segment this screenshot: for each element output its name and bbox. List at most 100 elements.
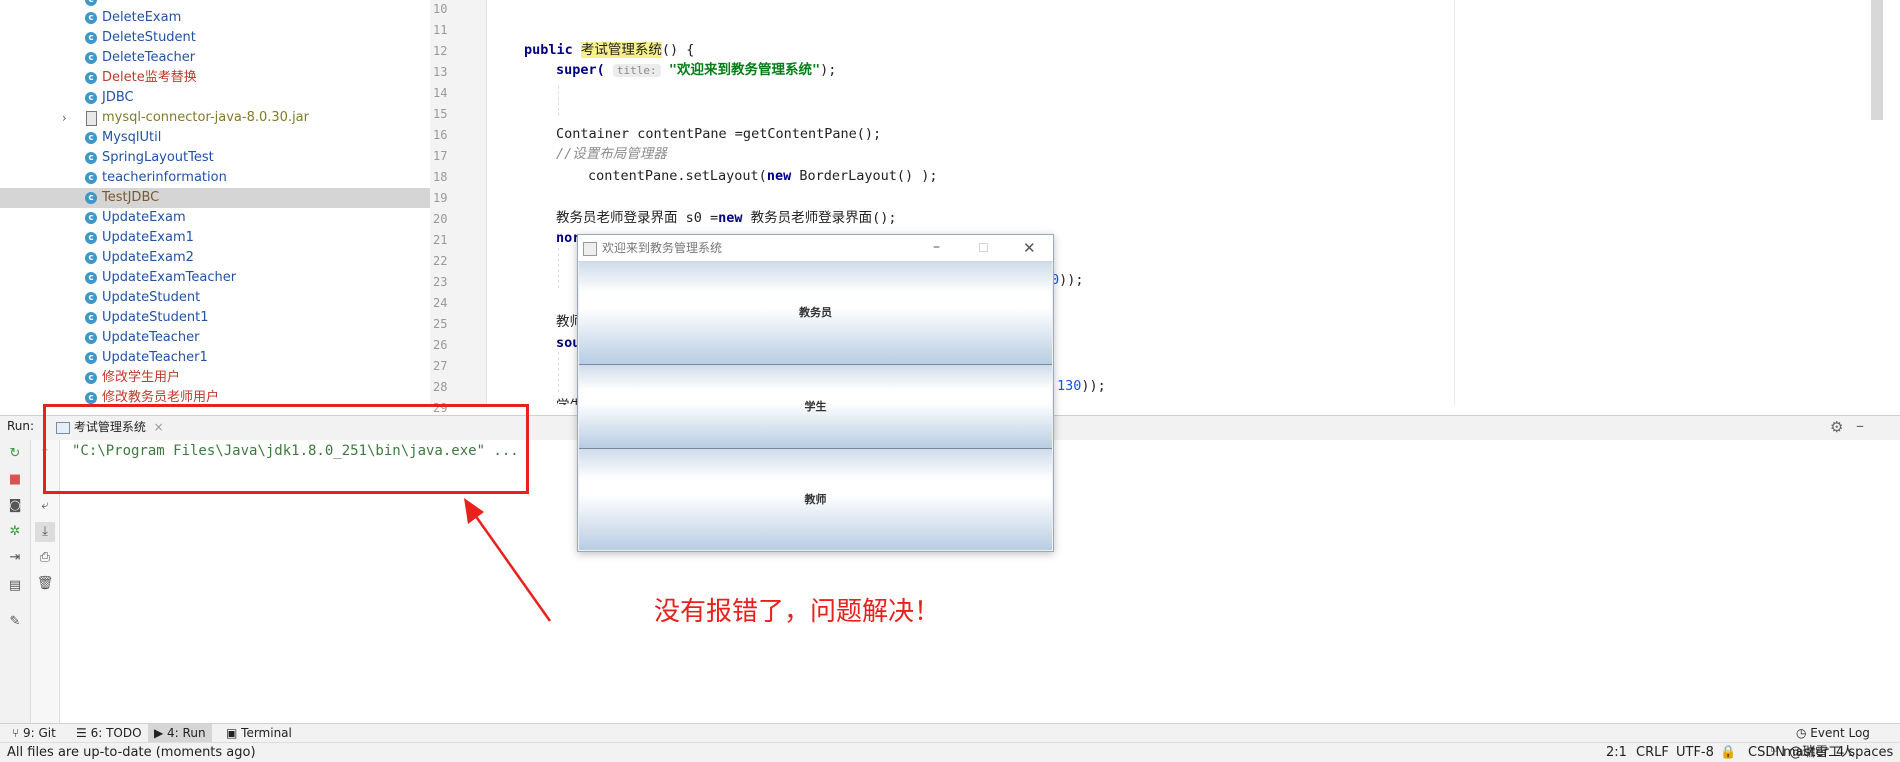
annotation-text: 没有报错了，问题解决！: [654, 597, 941, 627]
tree-item-label: DeleteExam: [102, 10, 182, 25]
tab-run[interactable]: ▶ 4: Run: [148, 724, 212, 743]
class-icon: c: [85, 392, 97, 404]
window-minimize-icon[interactable]: –: [933, 234, 940, 260]
tree-item-label: UpdateExam2: [102, 250, 194, 265]
tree-item[interactable]: c UpdateExam2: [0, 248, 430, 268]
tree-item[interactable]: c UpdateTeacher: [0, 328, 430, 348]
tree-item-label: 修改学生用户: [102, 370, 181, 385]
print-icon[interactable]: ⎙: [35, 548, 55, 568]
class-icon: c: [85, 172, 97, 184]
tree-item-label: Delete监考替换: [102, 70, 197, 85]
tree-item-label: UpdateExam: [102, 210, 186, 225]
code-line-13: super( title: "欢迎来到教务管理系统");: [556, 62, 837, 78]
tree-item[interactable]: c 修改学生用户: [0, 368, 430, 388]
tree-item-label: UpdateTeacher1: [102, 350, 208, 365]
tree-item[interactable]: c UpdateTeacher1: [0, 348, 430, 368]
tree-item[interactable]: c 修改教务员老师用户: [0, 388, 430, 405]
java-cup-icon: [583, 242, 597, 256]
teacher-button[interactable]: 教师: [579, 449, 1052, 550]
tab-todo[interactable]: ☰ 6: TODO: [70, 724, 148, 743]
caret-position[interactable]: 2:1: [1606, 743, 1627, 762]
tree-item[interactable]: c UpdateExam1: [0, 228, 430, 248]
gear-icon[interactable]: ⚙: [1830, 418, 1843, 436]
tree-item[interactable]: c JDBC: [0, 88, 430, 108]
tree-item[interactable]: c UpdateExam: [0, 208, 430, 228]
stop-icon[interactable]: ■: [5, 470, 25, 490]
class-icon: c: [85, 232, 97, 244]
code-line-16: Container contentPane =getContentPane();: [556, 126, 882, 142]
tree-item[interactable]: c SpringLayoutTest: [0, 148, 430, 168]
status-message[interactable]: All files are up-to-date (moments ago): [7, 743, 256, 762]
tree-item-label: UpdateExamTeacher: [102, 270, 237, 285]
class-icon: c: [85, 192, 97, 204]
layout-icon[interactable]: ▤: [5, 576, 25, 596]
run-toolbar-left: ↻ ■ ◙ ✲ ⇥ ▤ ✎: [0, 440, 31, 723]
tree-item[interactable]: › mysql-connector-java-8.0.30.jar: [0, 108, 430, 128]
code-line-28-tail: 130));: [1057, 378, 1106, 394]
terminal-icon: ▣: [226, 726, 242, 740]
student-button[interactable]: 学生: [579, 365, 1052, 449]
tree-item-label: DeleteTeacher: [102, 50, 196, 65]
tree-item[interactable]: c UpdateStudent1: [0, 308, 430, 328]
indent-setting[interactable]: 4 spaces: [1836, 743, 1893, 762]
code-line-17: //设置布局管理器: [556, 146, 667, 162]
todo-icon: ☰: [76, 726, 91, 740]
event-log-button[interactable]: ◷ Event Log: [1790, 724, 1876, 743]
window-maximize-icon[interactable]: ☐: [978, 235, 989, 261]
editor-scrollbar[interactable]: [1871, 0, 1883, 120]
minimize-icon[interactable]: –: [1856, 416, 1864, 435]
class-icon: c: [85, 372, 97, 384]
tree-item[interactable]: c UpdateExamTeacher: [0, 268, 430, 288]
tree-item-label: teacherinformation: [102, 170, 227, 185]
staff-button[interactable]: 教务员: [579, 262, 1052, 365]
tree-item[interactable]: c TestJDBC: [0, 188, 430, 208]
tab-terminal[interactable]: ▣ Terminal: [220, 724, 298, 743]
tree-item[interactable]: c DeleteTeacher: [0, 48, 430, 68]
status-bar: All files are up-to-date (moments ago) 2…: [0, 742, 1900, 762]
tree-item-label: UpdateTeacher: [102, 330, 200, 345]
scroll-to-end-icon[interactable]: ⤓: [35, 522, 55, 542]
class-icon: c: [85, 0, 97, 6]
class-icon: c: [85, 92, 97, 104]
tree-item[interactable]: c DeleteExam: [0, 8, 430, 28]
tree-item[interactable]: c DeleteStudent: [0, 28, 430, 48]
file-encoding[interactable]: UTF-8: [1676, 743, 1714, 762]
git-branch[interactable]: master: [1783, 743, 1829, 762]
tree-item-label: UpdateStudent: [102, 290, 201, 305]
tree-item[interactable]: c UpdateStudent: [0, 288, 430, 308]
tree-item[interactable]: c Delete监考替换: [0, 68, 430, 88]
class-icon: c: [85, 152, 97, 164]
debug-icon[interactable]: ✲: [5, 522, 25, 542]
window-close-icon[interactable]: ✕: [1023, 235, 1036, 261]
class-icon: c: [85, 312, 97, 324]
code-line-20: 教务员老师登录界面 s0 =new 教务员老师登录界面();: [556, 210, 897, 226]
exit-icon[interactable]: ⇥: [5, 548, 25, 568]
class-icon: c: [85, 12, 97, 24]
indent-guide: [558, 86, 560, 116]
tree-item-label: TestJDBC: [102, 190, 160, 205]
annotation-box: [43, 404, 529, 494]
pin-icon[interactable]: ✎: [5, 612, 25, 632]
class-icon: c: [85, 252, 97, 264]
tab-git[interactable]: ⑂ 9: Git: [6, 724, 62, 743]
tree-item-label: SpringLayoutTest: [102, 150, 214, 165]
tree-item[interactable]: c teacherinformation: [0, 168, 430, 188]
class-icon: c: [85, 332, 97, 344]
indent-guide: [558, 352, 560, 392]
class-icon: c: [85, 352, 97, 364]
expand-arrow-icon[interactable]: ›: [62, 108, 67, 128]
parameter-hint: title:: [612, 64, 661, 77]
rerun-icon[interactable]: ↻: [5, 444, 25, 464]
tree-item-label: mysql-connector-java-8.0.30.jar: [102, 110, 309, 125]
event-log-icon: ◷: [1796, 726, 1811, 740]
tree-item[interactable]: c MysqlUtil: [0, 128, 430, 148]
lock-icon[interactable]: 🔒: [1720, 743, 1736, 762]
camera-icon[interactable]: ◙: [5, 496, 25, 516]
tree-item-label: MysqlUtil: [102, 130, 162, 145]
soft-wrap-icon[interactable]: ⤶: [35, 496, 55, 516]
trash-icon[interactable]: 🗑: [35, 574, 55, 594]
jar-icon: [86, 111, 97, 126]
line-separator[interactable]: CRLF: [1636, 743, 1669, 762]
tree-item-label: 修改教务员老师用户: [102, 390, 220, 405]
tree-item-label: UpdateStudent1: [102, 310, 209, 325]
